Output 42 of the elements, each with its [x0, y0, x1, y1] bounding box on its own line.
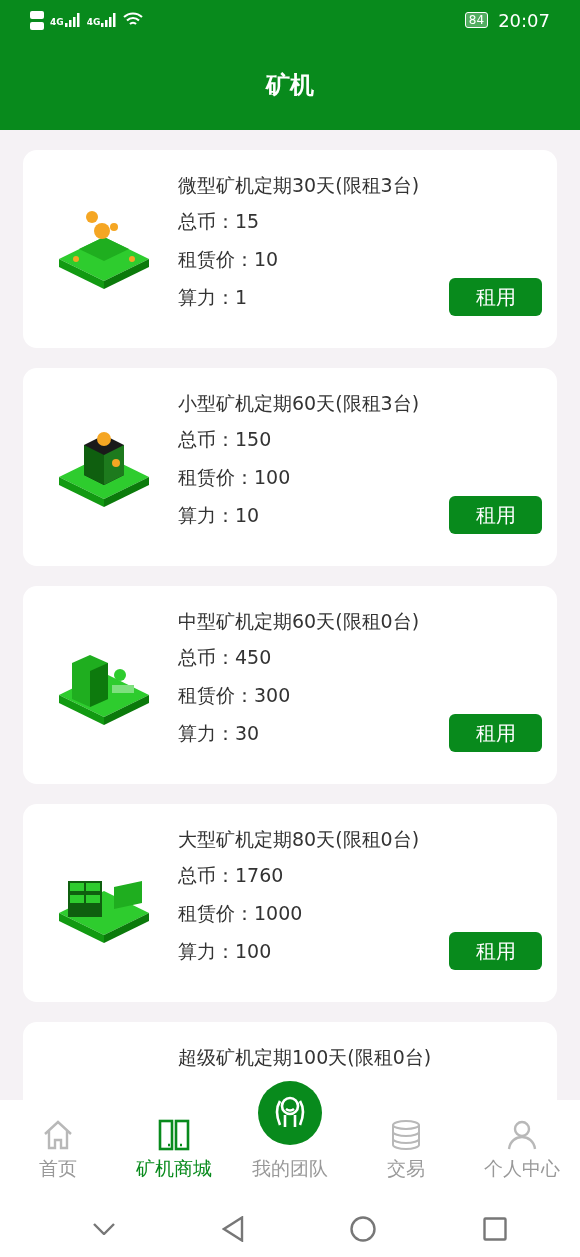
- signal-icon: [64, 13, 81, 27]
- machine-title: 超级矿机定期100天(限租0台): [178, 1045, 433, 1070]
- hash-power: 算力：30: [178, 721, 260, 746]
- clock: 20:07: [498, 9, 550, 31]
- rental-price: 租赁价：300: [178, 683, 292, 708]
- machine-title: 中型矿机定期60天(限租0台): [178, 609, 421, 634]
- page-title: 矿机: [266, 70, 314, 101]
- total-coins: 总币：15: [178, 209, 261, 234]
- hash-power: 算力：100: [178, 939, 272, 964]
- nav-tab[interactable]: 首页: [0, 1100, 116, 1200]
- machine-title: 大型矿机定期80天(限租0台): [178, 827, 421, 852]
- network-type: 4G: [50, 17, 64, 27]
- chevron-down-icon[interactable]: [93, 1222, 116, 1235]
- rent-button[interactable]: 租用: [449, 278, 542, 316]
- back-icon[interactable]: [221, 1215, 244, 1242]
- coin-stack-icon: [389, 1118, 423, 1152]
- machine-title: 小型矿机定期60天(限租3台): [178, 391, 421, 416]
- machine-title: 微型矿机定期30天(限租3台): [178, 173, 421, 198]
- total-coins: 总币：450: [178, 645, 273, 670]
- battery-level: 84: [464, 12, 489, 28]
- total-coins: 总币：150: [178, 427, 273, 452]
- hash-power: 算力：1: [178, 285, 248, 310]
- rental-price: 租赁价：1000: [178, 901, 304, 926]
- hd-icon: [30, 10, 44, 19]
- rent-button[interactable]: 租用: [449, 932, 542, 970]
- hash-power: 算力：10: [178, 503, 260, 528]
- rent-button[interactable]: 租用: [449, 714, 542, 752]
- rental-price: 租赁价：100: [178, 465, 292, 490]
- recents-icon[interactable]: [482, 1216, 507, 1241]
- nav-tab[interactable]: 我的团队: [232, 1080, 348, 1200]
- signal-icon: [101, 13, 118, 27]
- hd-icon: [30, 21, 44, 30]
- nav-tab[interactable]: 矿机商城: [116, 1100, 232, 1200]
- nav-tab[interactable]: 交易: [348, 1100, 464, 1200]
- nav-tab[interactable]: 个人中心: [464, 1100, 580, 1200]
- door-icon: [157, 1118, 191, 1152]
- rent-button[interactable]: 租用: [449, 496, 542, 534]
- network-type: 4G: [86, 17, 101, 27]
- home-icon[interactable]: [350, 1215, 377, 1242]
- person-icon: [505, 1118, 539, 1152]
- rental-price: 租赁价：10: [178, 247, 280, 272]
- total-coins: 总币：1760: [178, 863, 285, 888]
